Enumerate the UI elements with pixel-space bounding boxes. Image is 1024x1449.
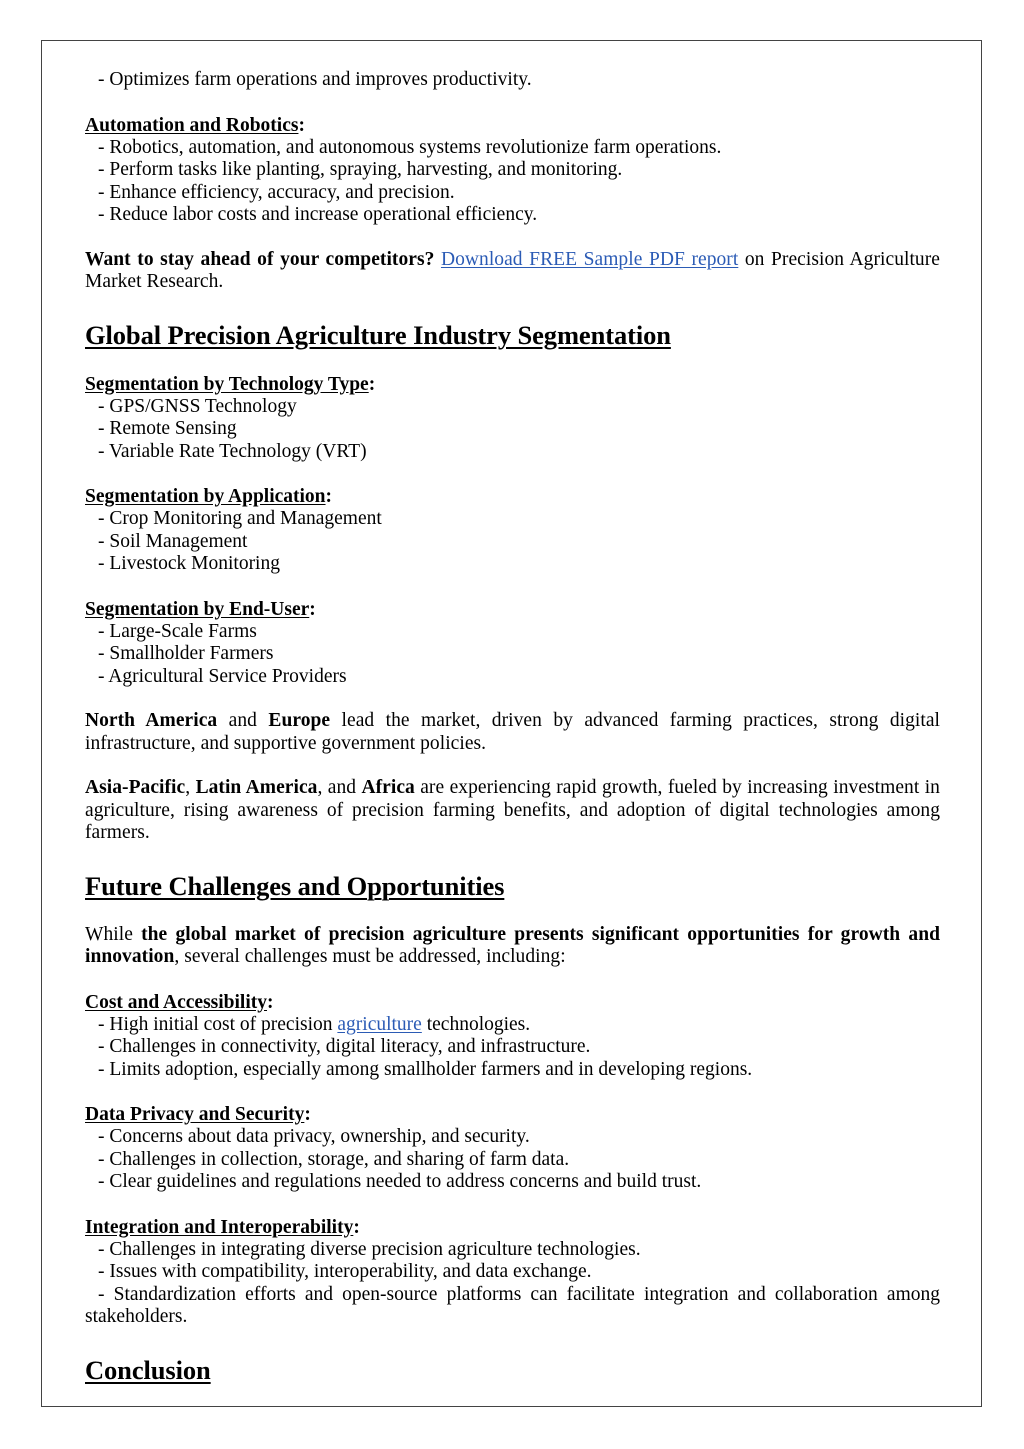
text-fragment: , several challenges must be addressed, … [174,946,566,967]
label-text: Segmentation by End-User [85,598,310,620]
section-label-automation-robotics: Automation and Robotics: [85,114,940,137]
section-label-technology-type: Segmentation by Technology Type: [85,373,940,396]
label-colon: : [325,486,333,507]
list-item: - Livestock Monitoring [98,553,280,574]
heading-block: Global Precision Agriculture Industry Se… [85,320,940,351]
list-item: - Agricultural Service Providers [98,665,347,687]
page-heading-conclusion: Conclusion [85,1354,211,1385]
agriculture-link[interactable]: agriculture [337,1014,421,1035]
section-label-cost-accessibility: Cost and Accessibility: [85,991,940,1014]
list-item: - Challenges in connectivity, digital li… [98,1036,591,1057]
regions-paragraph-emerging-markets: Asia-Pacific, Latin America, and Africa … [85,777,940,845]
list-item: - Concerns about data privacy, ownership… [98,1126,530,1147]
label-text: Cost and Accessibility [85,991,268,1013]
label-colon: : [304,1104,311,1125]
section-label-application: Segmentation by Application: [85,485,940,508]
document-body: - Optimizes farm operations and improves… [85,69,940,1386]
cta-lead-text: Want to stay ahead of your competitors? [85,248,435,270]
list-item: - Large-Scale Farms [98,620,257,642]
document-page: - Optimizes farm operations and improves… [41,40,982,1407]
label-text: Segmentation by Application [85,486,326,507]
page-heading-future-challenges: Future Challenges and Opportunities [85,870,505,901]
text-fragment: While [85,923,142,945]
list-item: - Soil Management [98,530,248,552]
label-colon: : [267,991,274,1013]
label-text: Integration and Interoperability [85,1216,354,1238]
list-item: - Standardization efforts and open-sourc… [85,1283,940,1328]
text-fragment: and [217,710,269,731]
regions-paragraph-north-america-europe: North America and Europe lead the market… [85,710,940,755]
list-item: - Clear guidelines and regulations neede… [98,1171,702,1192]
section-label-end-user: Segmentation by End-User: [85,598,940,621]
list-item: - Crop Monitoring and Management [98,508,382,529]
list-item: - Reduce labor costs and increase operat… [98,204,538,225]
region-asia-pacific: Asia-Pacific [85,777,186,798]
region-africa: Africa [361,777,415,798]
section-label-data-privacy: Data Privacy and Security: [85,1103,940,1126]
label-colon: : [309,598,316,620]
label-text: Data Privacy and Security [85,1104,305,1125]
label-text: Automation and Robotics [85,114,299,136]
section-label-integration-interoperability: Integration and Interoperability: [85,1216,940,1239]
label-colon: : [353,1216,360,1238]
list-item: - Challenges in collection, storage, and… [98,1148,570,1170]
list-item: - Remote Sensing [98,418,237,439]
list-item-with-link: - High initial cost of precision agricul… [85,1014,940,1037]
heading-block: Conclusion [85,1355,940,1386]
list-item: - Perform tasks like planting, spraying,… [98,159,623,180]
list-item: - Challenges in integrating diverse prec… [98,1238,641,1260]
list-item: - Robotics, automation, and autonomous s… [98,136,722,158]
page-heading-segmentation: Global Precision Agriculture Industry Se… [85,319,671,350]
list-item: - GPS/GNSS Technology [98,395,297,417]
cta-paragraph: Want to stay ahead of your competitors? … [85,249,940,294]
list-item: - Variable Rate Technology (VRT) [98,440,367,462]
region-europe: Europe [268,710,331,731]
region-latin-america: Latin America [195,777,318,798]
text-fragment: technologies. [421,1013,531,1035]
list-item: - Optimizes farm operations and improves… [98,69,532,90]
list-item: - Limits adoption, especially among smal… [98,1058,753,1080]
download-sample-report-link[interactable]: Download FREE Sample PDF report [441,249,738,270]
list-item: - Smallholder Farmers [98,643,274,664]
text-fragment: , [185,777,196,798]
list-item: - Issues with compatibility, interoperab… [98,1261,592,1282]
label-colon: : [368,373,376,395]
region-north-america: North America [85,710,218,731]
text-fragment: - High initial cost of precision [98,1013,338,1035]
heading-block: Future Challenges and Opportunities [85,871,940,902]
text-fragment: , and [317,777,362,798]
label-text: Segmentation by Technology Type [85,373,369,395]
intro-paragraph-challenges: While the global market of precision agr… [85,924,940,969]
list-item: - Enhance efficiency, accuracy, and prec… [98,181,455,203]
label-colon: : [298,114,305,136]
